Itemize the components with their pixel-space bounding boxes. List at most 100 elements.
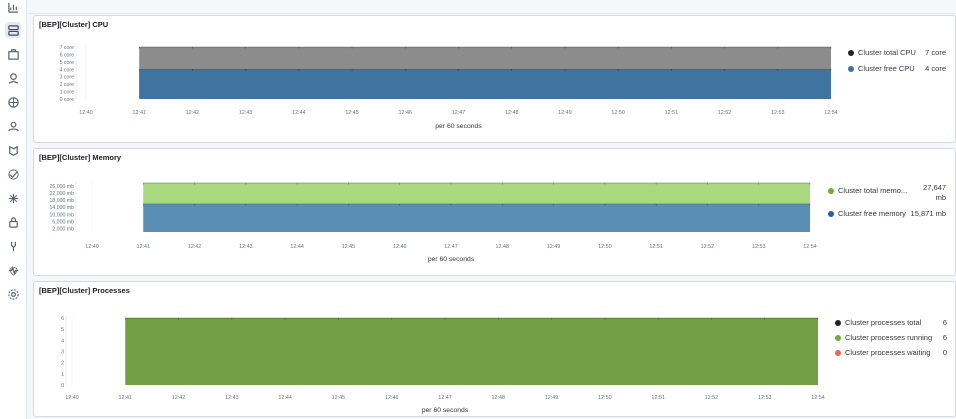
legend-label: Cluster processes running <box>845 333 933 342</box>
y-tick-label: 0 core <box>60 97 75 103</box>
y-tick-label: 22,000 mb <box>49 191 74 197</box>
x-tick-label: 12:53 <box>752 244 766 250</box>
x-tick-label: 12:47 <box>438 395 452 401</box>
monitoring-icon[interactable] <box>5 262 21 278</box>
area-cluster-processes-total <box>125 318 819 385</box>
ml-icon[interactable] <box>5 94 21 110</box>
x-tick-label: 12:45 <box>332 395 346 401</box>
processes-panel: [BEP][Cluster] Processes 0 1 2 3 4 5 6 12:40 12:… <box>33 281 956 417</box>
y-tick-label: 5 core <box>60 60 75 66</box>
logs-icon[interactable] <box>5 142 21 158</box>
x-tick-label: 12:40 <box>65 395 79 401</box>
legend-label: Cluster free memory <box>838 209 906 218</box>
legend-dot-icon <box>835 350 841 356</box>
x-tick-label: 12:48 <box>496 244 510 250</box>
users-icon[interactable] <box>5 118 21 134</box>
legend-item-processes-waiting[interactable]: Cluster processes waiting 0 <box>835 348 947 360</box>
area-cluster-free-cpu <box>139 69 831 99</box>
y-tick-label: 4 <box>61 338 64 344</box>
y-tick-label: 0 <box>61 383 64 389</box>
uptime-icon[interactable] <box>5 166 21 182</box>
x-axis-label: per 60 seconds <box>428 256 475 263</box>
x-tick-label: 12:53 <box>771 110 785 116</box>
memory-chart: 2,000 mb6,000 mb10,000 mb14,000 mb18,000… <box>49 181 817 263</box>
legend-value: 15,871 mb <box>910 209 946 218</box>
legend-value: 7 core <box>925 48 946 57</box>
x-tick-label: 12:54 <box>811 395 825 401</box>
y-tick-label: 6 core <box>60 52 75 58</box>
y-tick-label: 18,000 mb <box>49 198 74 204</box>
legend-item-cluster-free-cpu[interactable]: Cluster free CPU 4 core <box>848 64 946 76</box>
x-tick-label: 12:41 <box>137 244 151 250</box>
y-tick-label: 6,000 mb <box>52 219 74 225</box>
x-tick-label: 12:42 <box>188 244 202 250</box>
x-tick-label: 12:46 <box>393 244 407 250</box>
dev-tools-icon[interactable] <box>5 238 21 254</box>
dashboard-icon[interactable] <box>5 22 21 38</box>
x-tick-label: 12:48 <box>492 395 506 401</box>
x-tick-label: 12:54 <box>824 110 838 116</box>
x-tick-label: 12:46 <box>385 395 399 401</box>
legend-label: Cluster free CPU <box>858 64 915 73</box>
legend-item-cluster-total-cpu[interactable]: Cluster total CPU 7 core <box>848 48 946 60</box>
legend-dot-icon <box>828 188 834 194</box>
cpu-panel: [BEP][Cluster] CPU 0 core 1 core 2 core 3 c… <box>33 15 956 143</box>
x-axis-label: per 60 seconds <box>435 123 482 130</box>
legend-item-cluster-free-memory[interactable]: Cluster free memory 15,871 mb <box>828 209 946 221</box>
legend-dot-icon <box>848 66 854 72</box>
header-divider <box>28 13 956 14</box>
y-tick-label: 2 core <box>60 82 75 88</box>
x-tick-label: 12:52 <box>705 395 719 401</box>
legend-dot-icon <box>848 50 854 56</box>
x-tick-label: 12:40 <box>79 110 93 116</box>
y-tick-label: 2 <box>61 361 64 367</box>
y-tick-label: 3 <box>61 350 64 356</box>
x-tick-label: 12:44 <box>292 110 306 116</box>
canvas-icon[interactable] <box>5 46 21 62</box>
x-tick-label: 12:44 <box>278 395 292 401</box>
y-tick-label: 7 core <box>60 45 75 51</box>
x-tick-label: 12:44 <box>290 244 304 250</box>
x-tick-label: 12:42 <box>172 395 186 401</box>
settings-icon[interactable] <box>5 286 21 302</box>
apm-icon[interactable] <box>5 190 21 206</box>
y-tick-label: 2,000 mb <box>52 226 74 232</box>
x-tick-label: 12:43 <box>239 244 253 250</box>
legend-dot-icon <box>835 320 841 326</box>
x-tick-label: 12:53 <box>758 395 772 401</box>
x-tick-label: 12:50 <box>611 110 625 116</box>
legend-label: Cluster processes total <box>845 318 922 327</box>
processes-chart: 0 1 2 3 4 5 6 12:40 12:41 12:42 12:43 12:44 12:45 12:… <box>61 316 825 414</box>
security-icon[interactable] <box>5 214 21 230</box>
x-tick-label: 12:52 <box>718 110 732 116</box>
y-tick-label: 10,000 mb <box>49 212 74 218</box>
x-tick-label: 12:45 <box>345 110 359 116</box>
y-tick-label: 14,000 mb <box>49 205 74 211</box>
x-tick-label: 12:45 <box>342 244 356 250</box>
y-tick-label: 26,000 mb <box>49 184 74 190</box>
legend-label: Cluster processes waiting <box>845 348 931 357</box>
legend-item-processes-total[interactable]: Cluster processes total 6 <box>835 318 947 330</box>
x-tick-label: 12:49 <box>545 395 559 401</box>
x-tick-label: 12:41 <box>132 110 146 116</box>
memory-panel: [BEP][Cluster] Memory 2,000 mb 6,000 mb 10… <box>33 148 956 276</box>
x-axis-label: per 60 seconds <box>422 407 469 414</box>
legend-item-processes-running[interactable]: Cluster processes running 6 <box>835 333 947 345</box>
memory-legend: Cluster total memo... 27,647 mb Cluster … <box>828 183 946 223</box>
legend-value: 27,647 mb <box>923 183 946 202</box>
maps-icon[interactable] <box>5 70 21 86</box>
legend-item-cluster-total-memory[interactable]: Cluster total memo... 27,647 mb <box>828 183 946 203</box>
x-tick-label: 12:54 <box>803 244 817 250</box>
cpu-legend: Cluster total CPU 7 core Cluster free CP… <box>848 48 946 88</box>
x-tick-label: 12:50 <box>598 395 612 401</box>
x-tick-label: 12:47 <box>444 244 458 250</box>
x-tick-label: 12:48 <box>505 110 519 116</box>
y-tick-label: 5 <box>61 327 64 333</box>
y-tick-label: 1 core <box>60 90 75 96</box>
legend-value: 0 <box>942 348 947 357</box>
x-tick-label: 12:49 <box>547 244 561 250</box>
y-tick-label: 6 <box>61 316 64 322</box>
x-tick-label: 12:50 <box>598 244 612 250</box>
chart-icon[interactable] <box>5 0 21 15</box>
legend-value: 6 <box>942 333 947 342</box>
